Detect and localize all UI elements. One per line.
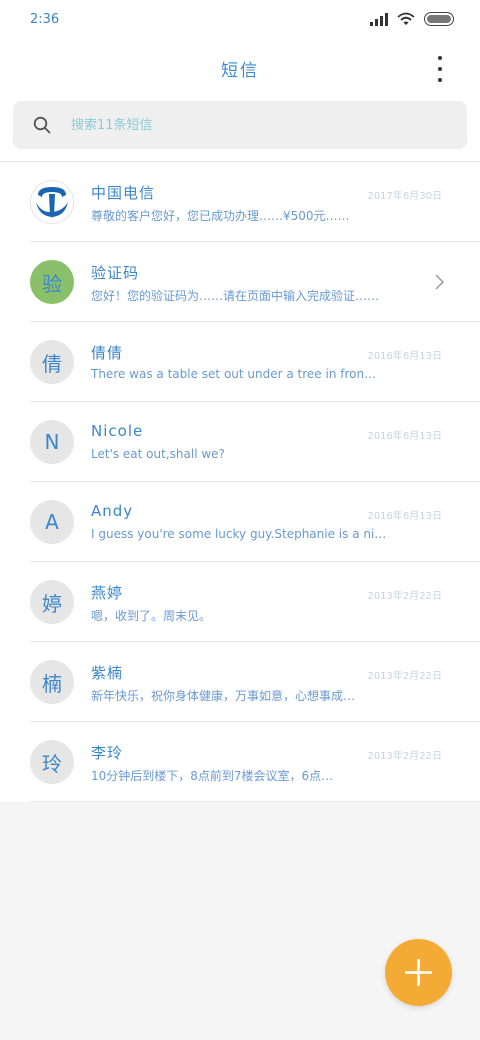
wifi-icon: [397, 12, 415, 25]
conversation-item[interactable]: 中国电信 2017年6月30日 尊敬的客户您好，您已成功办理……¥500元……: [0, 162, 480, 242]
message-list: 中国电信 2017年6月30日 尊敬的客户您好，您已成功办理……¥500元…… …: [0, 162, 480, 802]
more-dot-icon: [438, 78, 442, 82]
conversation-item[interactable]: 婷 燕婷 2013年2月22日 嗯，收到了。周末见。: [0, 562, 480, 642]
more-options-button[interactable]: [430, 56, 450, 82]
message-time: 2016年6月13日: [367, 351, 442, 362]
message-preview: 尊敬的客户您好，您已成功办理……¥500元……: [91, 209, 350, 223]
sender-name: 中国电信: [91, 184, 156, 202]
message-preview: There was a table set out under a tree i…: [91, 367, 377, 381]
sender-name: 李玲: [91, 744, 124, 762]
conversation-item[interactable]: 玲 李玲 2013年2月22日 10分钟后到楼下，8点前到7楼会议室，6点…: [0, 722, 480, 802]
search-icon: [33, 116, 51, 134]
search-input[interactable]: [71, 110, 451, 140]
sender-name: 验证码: [91, 264, 140, 282]
message-preview: Let's eat out,shall we?: [91, 447, 225, 461]
message-preview: 10分钟后到楼下，8点前到7楼会议室，6点…: [91, 769, 334, 783]
sender-name: 紫楠: [91, 664, 124, 682]
chevron-right-icon: [435, 274, 444, 290]
conversation-item[interactable]: N Nicole 2016年6月13日 Let's eat out,shall …: [0, 402, 480, 482]
sender-name: Andy: [91, 502, 134, 520]
plus-icon: [405, 959, 432, 986]
messages-screen: 2:36 短信 搜索11条短信 中国电信 2017年6月30日 尊敬的客户您好，…: [0, 0, 480, 1040]
status-bar: 2:36: [0, 0, 480, 40]
avatar: N: [30, 420, 74, 464]
message-preview: 新年快乐，祝你身体健康，万事如意，心想事成…: [91, 689, 356, 703]
conversation-item[interactable]: A Andy 2016年6月13日 I guess you're some lu…: [0, 482, 480, 562]
message-time: 2013年2月22日: [367, 591, 442, 602]
message-preview: 您好！您的验证码为……请在页面中输入完成验证……: [91, 289, 380, 303]
sender-name: 燕婷: [91, 584, 124, 602]
battery-icon: [424, 12, 454, 26]
avatar: 楠: [30, 660, 74, 704]
conversation-item[interactable]: 楠 紫楠 2013年2月22日 新年快乐，祝你身体健康，万事如意，心想事成…: [0, 642, 480, 722]
avatar: 倩: [30, 340, 74, 384]
more-dot-icon: [438, 56, 442, 60]
avatar: 婷: [30, 580, 74, 624]
conversation-item[interactable]: 验 验证码 您好！您的验证码为……请在页面中输入完成验证……: [0, 242, 480, 322]
message-time: 2016年6月13日: [367, 431, 442, 442]
message-time: 2013年2月22日: [367, 671, 442, 682]
message-preview: 嗯，收到了。周末见。: [91, 609, 212, 623]
message-time: 2016年6月13日: [367, 511, 442, 522]
avatar: A: [30, 500, 74, 544]
avatar: [30, 180, 74, 224]
message-time: 2017年6月30日: [367, 191, 442, 202]
message-preview: I guess you're some lucky guy.Stephanie …: [91, 527, 387, 541]
status-icons: [370, 12, 454, 26]
new-message-button[interactable]: [385, 939, 452, 1006]
sender-name: Nicole: [91, 422, 144, 440]
conversation-item[interactable]: 倩 倩倩 2016年6月13日 There was a table set ou…: [0, 322, 480, 402]
app-header: 短信: [0, 44, 480, 92]
more-dot-icon: [438, 67, 442, 71]
message-time: 2013年2月22日: [367, 751, 442, 762]
sender-name: 倩倩: [91, 344, 124, 362]
search-bar[interactable]: [13, 101, 467, 149]
status-time: 2:36: [30, 12, 60, 27]
page-title: 短信: [221, 61, 259, 81]
avatar: 验: [30, 260, 74, 304]
avatar: 玲: [30, 740, 74, 784]
china-telecom-logo-icon: [36, 187, 68, 218]
signal-icon: [370, 12, 388, 26]
